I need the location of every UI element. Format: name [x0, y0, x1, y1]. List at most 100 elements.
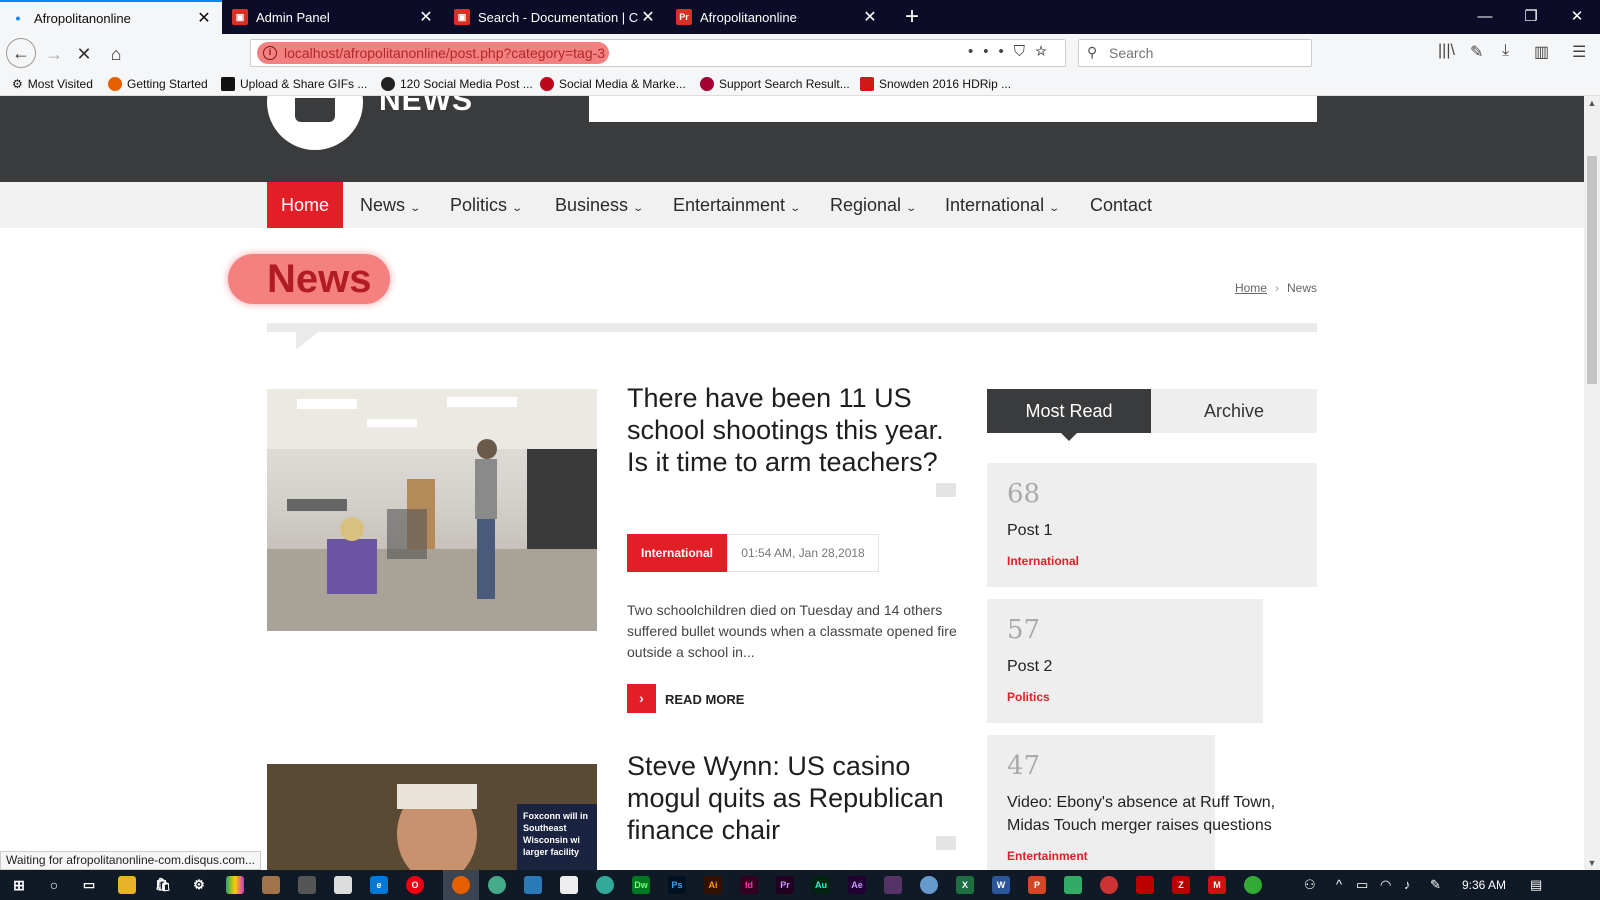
- windows-start-icon[interactable]: ⊞: [10, 876, 28, 894]
- read-more-link[interactable]: READ MORE: [665, 692, 744, 707]
- battery-icon[interactable]: ▭: [1356, 870, 1368, 900]
- indesign-icon[interactable]: Id: [740, 876, 758, 894]
- nav-politics[interactable]: Politics ⌄: [436, 182, 535, 228]
- audition-icon[interactable]: Au: [812, 876, 830, 894]
- more-actions-icon[interactable]: •••: [968, 43, 1014, 60]
- most-read-item[interactable]: 57 Post 2 Politics: [987, 599, 1263, 723]
- most-read-title[interactable]: Video: Ebony's absence at Ruff Town, Mid…: [1007, 791, 1297, 837]
- document-icon[interactable]: [560, 876, 578, 894]
- most-read-item[interactable]: 47 Video: Ebony's absence at Ruff Town, …: [987, 735, 1275, 870]
- dreamweaver-icon[interactable]: Dw: [632, 876, 650, 894]
- bookmark-social-media-marketing[interactable]: Social Media & Marke...: [540, 77, 686, 91]
- search-input[interactable]: [1109, 44, 1299, 62]
- task-view-icon[interactable]: ▭: [80, 876, 98, 894]
- close-tab-icon[interactable]: ✕: [638, 7, 658, 27]
- nav-business[interactable]: Business ⌄: [541, 182, 656, 228]
- stop-loading-icon[interactable]: ✕: [70, 40, 98, 68]
- bookmark-snowden[interactable]: Snowden 2016 HDRip ...: [860, 77, 1011, 91]
- clock[interactable]: 9:36 AM: [1462, 870, 1506, 900]
- comment-icon[interactable]: [936, 836, 956, 850]
- notifications-icon[interactable]: ▤: [1530, 870, 1542, 900]
- downloads-icon[interactable]: ⤓: [1502, 42, 1509, 60]
- new-tab-icon[interactable]: +: [905, 3, 919, 31]
- post-image[interactable]: Foxconn will in Southeast Wisconsin wi l…: [267, 764, 597, 870]
- scroll-thumb[interactable]: [1587, 156, 1597, 384]
- url-text[interactable]: localhost/afropolitanonline/post.php?cat…: [284, 45, 605, 61]
- site-info-icon[interactable]: i: [263, 46, 277, 60]
- nav-news[interactable]: News ⌄: [346, 182, 433, 228]
- menu-icon[interactable]: ☰: [1572, 42, 1586, 62]
- post-image[interactable]: [267, 389, 597, 631]
- after-effects-icon[interactable]: Ae: [848, 876, 866, 894]
- post-category-tag[interactable]: International: [627, 534, 727, 572]
- bookmark-getting-started[interactable]: Getting Started: [108, 77, 208, 91]
- tab-admin-panel[interactable]: ▣ Admin Panel ✕: [222, 0, 444, 34]
- photoshop-icon[interactable]: Ps: [668, 876, 686, 894]
- eyedropper-icon[interactable]: ✎: [1470, 42, 1483, 62]
- acrobat-icon[interactable]: [1136, 876, 1154, 894]
- page-scrollbar[interactable]: ▲ ▼: [1584, 96, 1600, 870]
- settings-icon[interactable]: ⚙: [190, 876, 208, 894]
- restore-icon[interactable]: ❐: [1508, 0, 1554, 34]
- chrome-icon[interactable]: [488, 876, 506, 894]
- bookmark-support-search[interactable]: Support Search Result...: [700, 77, 850, 91]
- close-tab-icon[interactable]: ✕: [194, 8, 214, 28]
- torrent-icon[interactable]: [1244, 876, 1262, 894]
- folder-icon[interactable]: [262, 876, 280, 894]
- cortana-icon[interactable]: ○: [45, 876, 63, 894]
- site-logo-text[interactable]: NEWS: [379, 96, 473, 118]
- calculator-icon[interactable]: [298, 876, 316, 894]
- app-icon[interactable]: [920, 876, 938, 894]
- nav-regional[interactable]: Regional ⌄: [816, 182, 929, 228]
- opera-icon[interactable]: O: [406, 876, 424, 894]
- post-title-link[interactable]: Steve Wynn: US casino mogul quits as Rep…: [627, 750, 957, 846]
- filezilla-icon[interactable]: Z: [1172, 876, 1190, 894]
- most-read-item[interactable]: 68 Post 1 International: [987, 463, 1317, 587]
- nav-international[interactable]: International ⌄: [931, 182, 1072, 228]
- people-icon[interactable]: ⚇: [1304, 870, 1316, 900]
- back-arrow-icon[interactable]: ←: [6, 38, 36, 68]
- post-title-link[interactable]: There have been 11 US school shootings t…: [627, 382, 957, 478]
- most-read-category[interactable]: International: [1007, 554, 1079, 568]
- store-icon[interactable]: 🛍: [154, 876, 172, 894]
- sidebar-icon[interactable]: ▥: [1534, 42, 1549, 62]
- powerpoint-icon[interactable]: P: [1028, 876, 1046, 894]
- volume-icon[interactable]: ♪: [1404, 870, 1411, 900]
- edge-icon[interactable]: e: [370, 876, 388, 894]
- tray-expand-icon[interactable]: ^: [1336, 870, 1342, 900]
- nav-contact[interactable]: Contact: [1076, 182, 1166, 228]
- notepad-icon[interactable]: [334, 876, 352, 894]
- most-read-category[interactable]: Politics: [1007, 690, 1050, 704]
- scroll-down-icon[interactable]: ▼: [1584, 858, 1600, 868]
- nav-home[interactable]: Home: [267, 182, 344, 228]
- search-box[interactable]: ⚲: [1078, 39, 1312, 67]
- forward-arrow-icon[interactable]: →: [40, 40, 68, 68]
- bookmark-most-visited[interactable]: ⚙ Most Visited: [12, 77, 93, 91]
- library-icon[interactable]: |||\: [1438, 42, 1455, 60]
- read-more-chevron-icon[interactable]: ›: [627, 684, 656, 713]
- bookmark-social-media-post[interactable]: 120 Social Media Post ...: [381, 77, 533, 91]
- home-icon[interactable]: ⌂: [102, 40, 130, 68]
- url-bar[interactable]: i localhost/afropolitanonline/post.php?c…: [250, 39, 1066, 67]
- breadcrumb-home-link[interactable]: Home: [1235, 281, 1267, 295]
- most-read-title[interactable]: Post 2: [1007, 655, 1297, 678]
- most-read-title[interactable]: Post 1: [1007, 519, 1297, 542]
- app-icon[interactable]: [524, 876, 542, 894]
- word-icon[interactable]: W: [992, 876, 1010, 894]
- pocket-icon[interactable]: ⛉: [1014, 43, 1035, 60]
- tab-search-documentation[interactable]: ▣ Search - Documentation | Couc ✕: [444, 0, 666, 34]
- most-read-category[interactable]: Entertainment: [1007, 849, 1088, 863]
- app-icon[interactable]: [1100, 876, 1118, 894]
- excel-icon[interactable]: X: [956, 876, 974, 894]
- close-window-icon[interactable]: ✕: [1554, 0, 1600, 34]
- tab-afropolitanonline-active[interactable]: • Afropolitanonline ✕: [0, 0, 222, 34]
- app-icon[interactable]: [1064, 876, 1082, 894]
- wifi-icon[interactable]: ◠: [1380, 870, 1391, 900]
- nav-entertainment[interactable]: Entertainment ⌄: [659, 182, 813, 228]
- pen-icon[interactable]: ✎: [1430, 870, 1441, 900]
- tab-afropolitanonline-2[interactable]: Pr Afropolitanonline ✕: [666, 0, 888, 34]
- mail-icon[interactable]: M: [1208, 876, 1226, 894]
- minimize-icon[interactable]: —: [1462, 0, 1508, 34]
- close-tab-icon[interactable]: ✕: [860, 7, 880, 27]
- app-icon[interactable]: [884, 876, 902, 894]
